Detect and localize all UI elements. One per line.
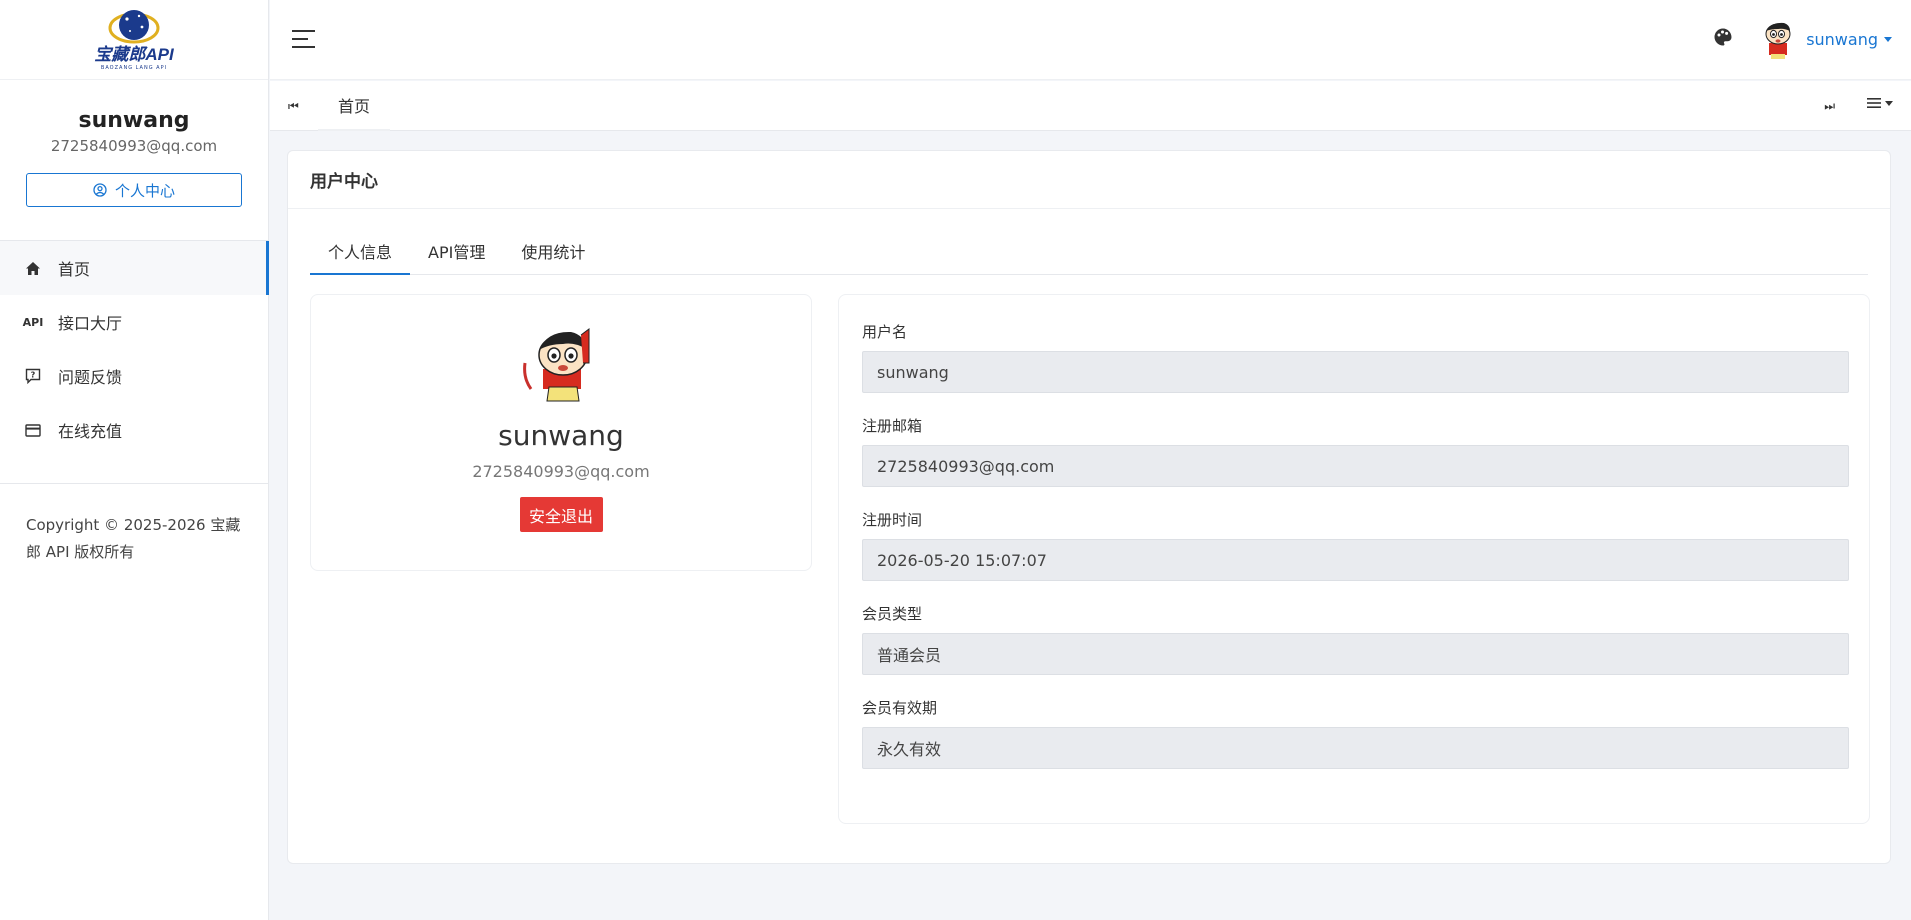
user-circle-icon [93,183,107,197]
logout-button[interactable]: 安全退出 [519,497,603,532]
copyright-text: Copyright © 2025-2026 宝藏郎 API 版权所有 [26,516,241,561]
sidebar-item-api-hall[interactable]: API 接口大厅 [0,295,268,349]
user-menu-dropdown[interactable]: sunwang [1806,30,1892,49]
svg-text:?: ? [31,371,36,380]
sidebar-item-label: 接口大厅 [58,314,123,333]
field-label: 注册邮箱 [862,417,923,435]
user-center-tabs: 个人信息 API管理 使用统计 [310,239,1868,275]
caret-down-icon [1885,100,1893,106]
top-user-name: sunwang [1806,30,1878,49]
sidebar-item-recharge[interactable]: 在线充值 [0,403,268,457]
card-icon [24,423,42,437]
menu-toggle-icon[interactable] [292,30,315,48]
account-info-card: 用户名 sunwang 注册邮箱 2725840993@qq.com 注册时间 … [838,294,1870,824]
palette-icon[interactable] [1713,27,1733,47]
username-field[interactable]: sunwang [862,351,1849,393]
field-label: 会员类型 [862,605,923,623]
sidebar-item-home[interactable]: 首页 [0,241,269,295]
sidebar-user-name: sunwang [78,108,190,133]
field-label: 会员有效期 [862,699,938,717]
page-tabs-bar: ⏮ 首页 ⏭ [270,81,1911,131]
home-icon [24,261,42,276]
logo-subtitle: BAOZANG LANG API [100,65,168,71]
tabs-scroll-first-icon[interactable]: ⏮ [288,99,299,114]
email-field[interactable]: 2725840993@qq.com [862,445,1849,487]
feedback-icon: ? [24,368,42,384]
card-title: 用户中心 [288,151,1890,209]
sidebar: 宝藏郎API BAOZANG LANG API sunwang 27258409… [0,0,269,920]
caret-down-icon [1884,37,1892,42]
avatar[interactable] [1757,19,1799,61]
api-icon: API [22,315,44,329]
profile-summary-card: sunwang 2725840993@qq.com 安全退出 [310,294,812,571]
sidebar-item-label: 问题反馈 [58,368,123,387]
sidebar-item-label: 首页 [58,260,91,279]
field-label: 注册时间 [862,511,923,529]
page-tab-home[interactable]: 首页 [318,81,391,131]
sidebar-user-block: sunwang 2725840993@qq.com 个人中心 [0,80,268,241]
user-center-card: 用户中心 个人信息 API管理 使用统计 sunwang 2725840993@… [287,150,1891,864]
logo[interactable]: 宝藏郎API BAOZANG LANG API [94,8,174,71]
sidebar-item-label: 在线充值 [58,422,123,441]
top-bar: sunwang [270,0,1911,80]
profile-email: 2725840993@qq.com [472,462,650,481]
member-type-field[interactable]: 普通会员 [862,633,1849,675]
tabs-menu-dropdown[interactable] [1867,97,1893,109]
sidebar-item-feedback[interactable]: ? 问题反馈 [0,349,268,403]
profile-avatar [519,323,603,407]
list-icon [1867,98,1881,108]
logo-text: 宝藏郎API [94,45,174,64]
sidebar-user-email: 2725840993@qq.com [50,137,218,155]
sidebar-nav: 首页 API 接口大厅 ? 问题反馈 在线充值 [0,241,269,457]
profile-center-button[interactable]: 个人中心 [26,173,242,207]
logo-area: 宝藏郎API BAOZANG LANG API [0,0,268,80]
tab-usage-stats[interactable]: 使用统计 [503,239,603,275]
field-label: 用户名 [862,323,908,341]
tab-api-management[interactable]: API管理 [410,239,503,275]
profile-center-label: 个人中心 [114,181,175,200]
profile-name: sunwang [498,419,624,452]
register-time-field[interactable]: 2026-05-20 15:07:07 [862,539,1849,581]
tabs-scroll-last-icon[interactable]: ⏭ [1824,99,1835,114]
member-expiry-field[interactable]: 永久有效 [862,727,1849,769]
tab-personal-info[interactable]: 个人信息 [310,239,411,275]
